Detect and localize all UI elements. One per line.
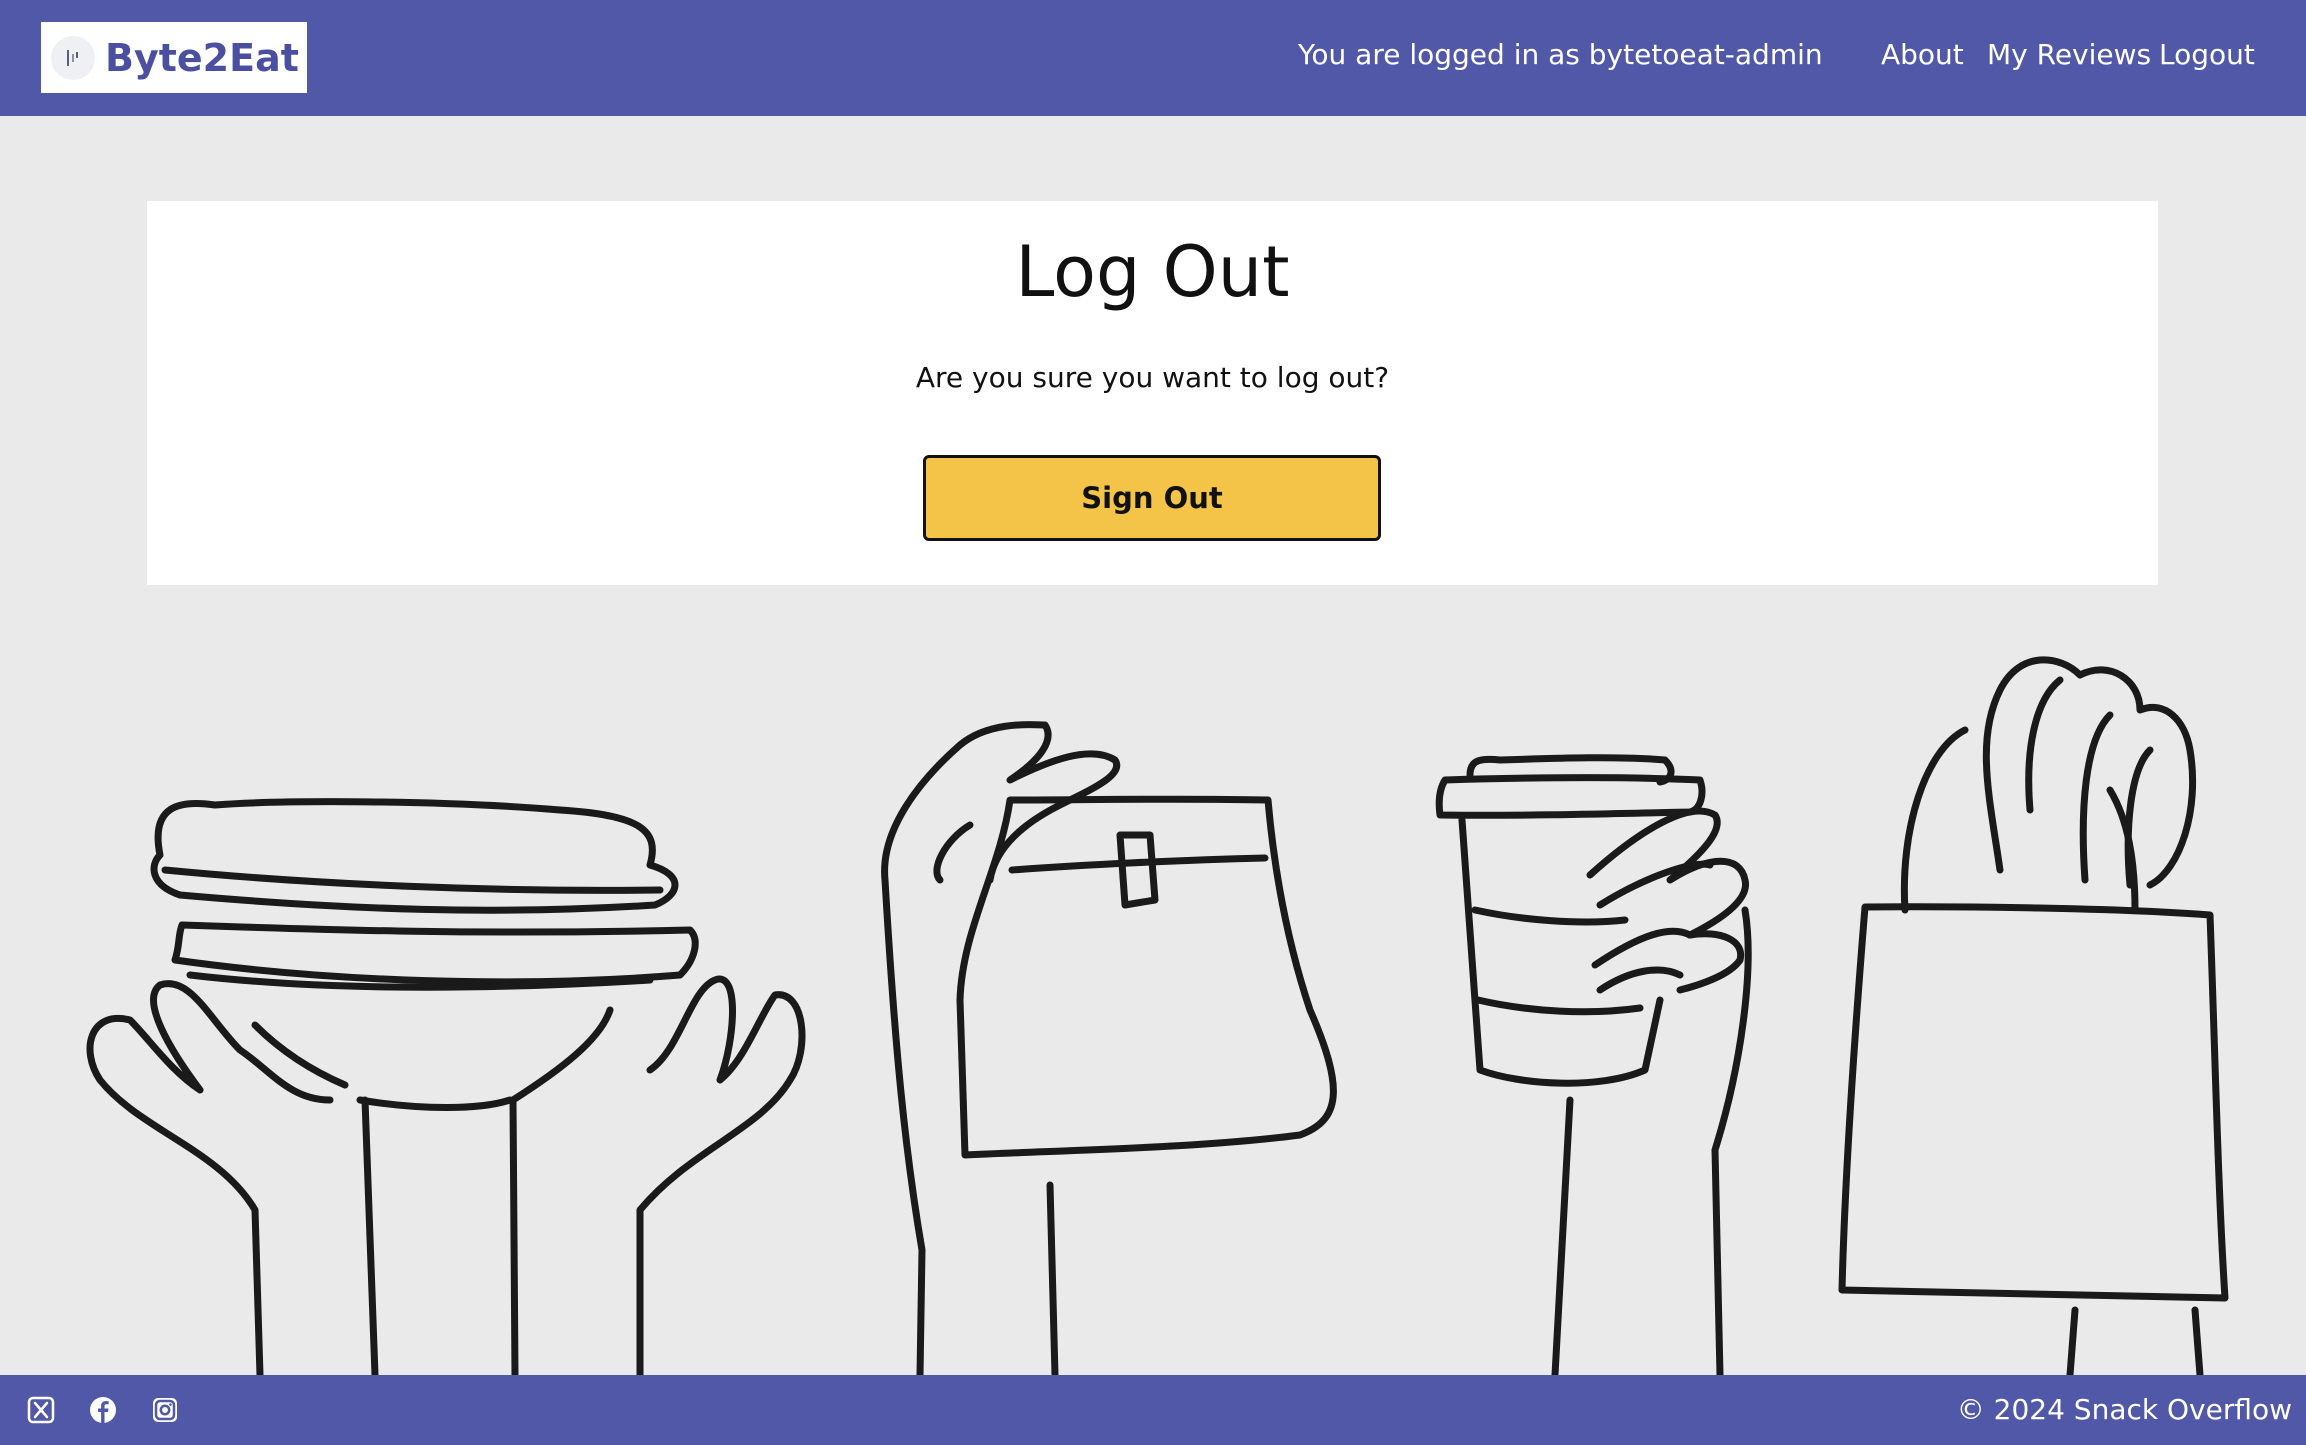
x-twitter-icon[interactable]	[26, 1395, 56, 1425]
copyright-text: © 2024 Snack Overflow	[1956, 1393, 2292, 1426]
sign-out-button[interactable]: Sign Out	[923, 455, 1381, 541]
hands-bowl-drawing	[86, 798, 806, 1375]
hand-bag-drawing	[881, 721, 1337, 1375]
facebook-icon[interactable]	[88, 1395, 118, 1425]
top-navbar: Byte2Eat You are logged in as bytetoeat-…	[0, 0, 2306, 116]
brand-link[interactable]: Byte2Eat	[41, 22, 307, 93]
instagram-icon[interactable]	[150, 1395, 180, 1425]
footer: © 2024 Snack Overflow	[0, 1375, 2306, 1445]
nav-link-about[interactable]: About	[1881, 38, 1964, 71]
logout-question: Are you sure you want to log out?	[915, 361, 1390, 394]
login-status-text: You are logged in as bytetoeat-admin	[1298, 38, 1823, 71]
page-title: Log Out	[1015, 231, 1290, 313]
brand-logo-icon	[51, 35, 95, 80]
brand-name: Byte2Eat	[105, 35, 299, 80]
nav-link-logout[interactable]: Logout	[2159, 38, 2255, 71]
hand-shopping-bag-drawing	[1838, 656, 2229, 1375]
logout-card: Log Out Are you sure you want to log out…	[147, 201, 2158, 585]
hand-cup-drawing	[1435, 754, 1752, 1375]
nav-link-my-reviews[interactable]: My Reviews	[1987, 38, 2151, 71]
hands-holding-food-illustration	[86, 656, 2229, 1375]
